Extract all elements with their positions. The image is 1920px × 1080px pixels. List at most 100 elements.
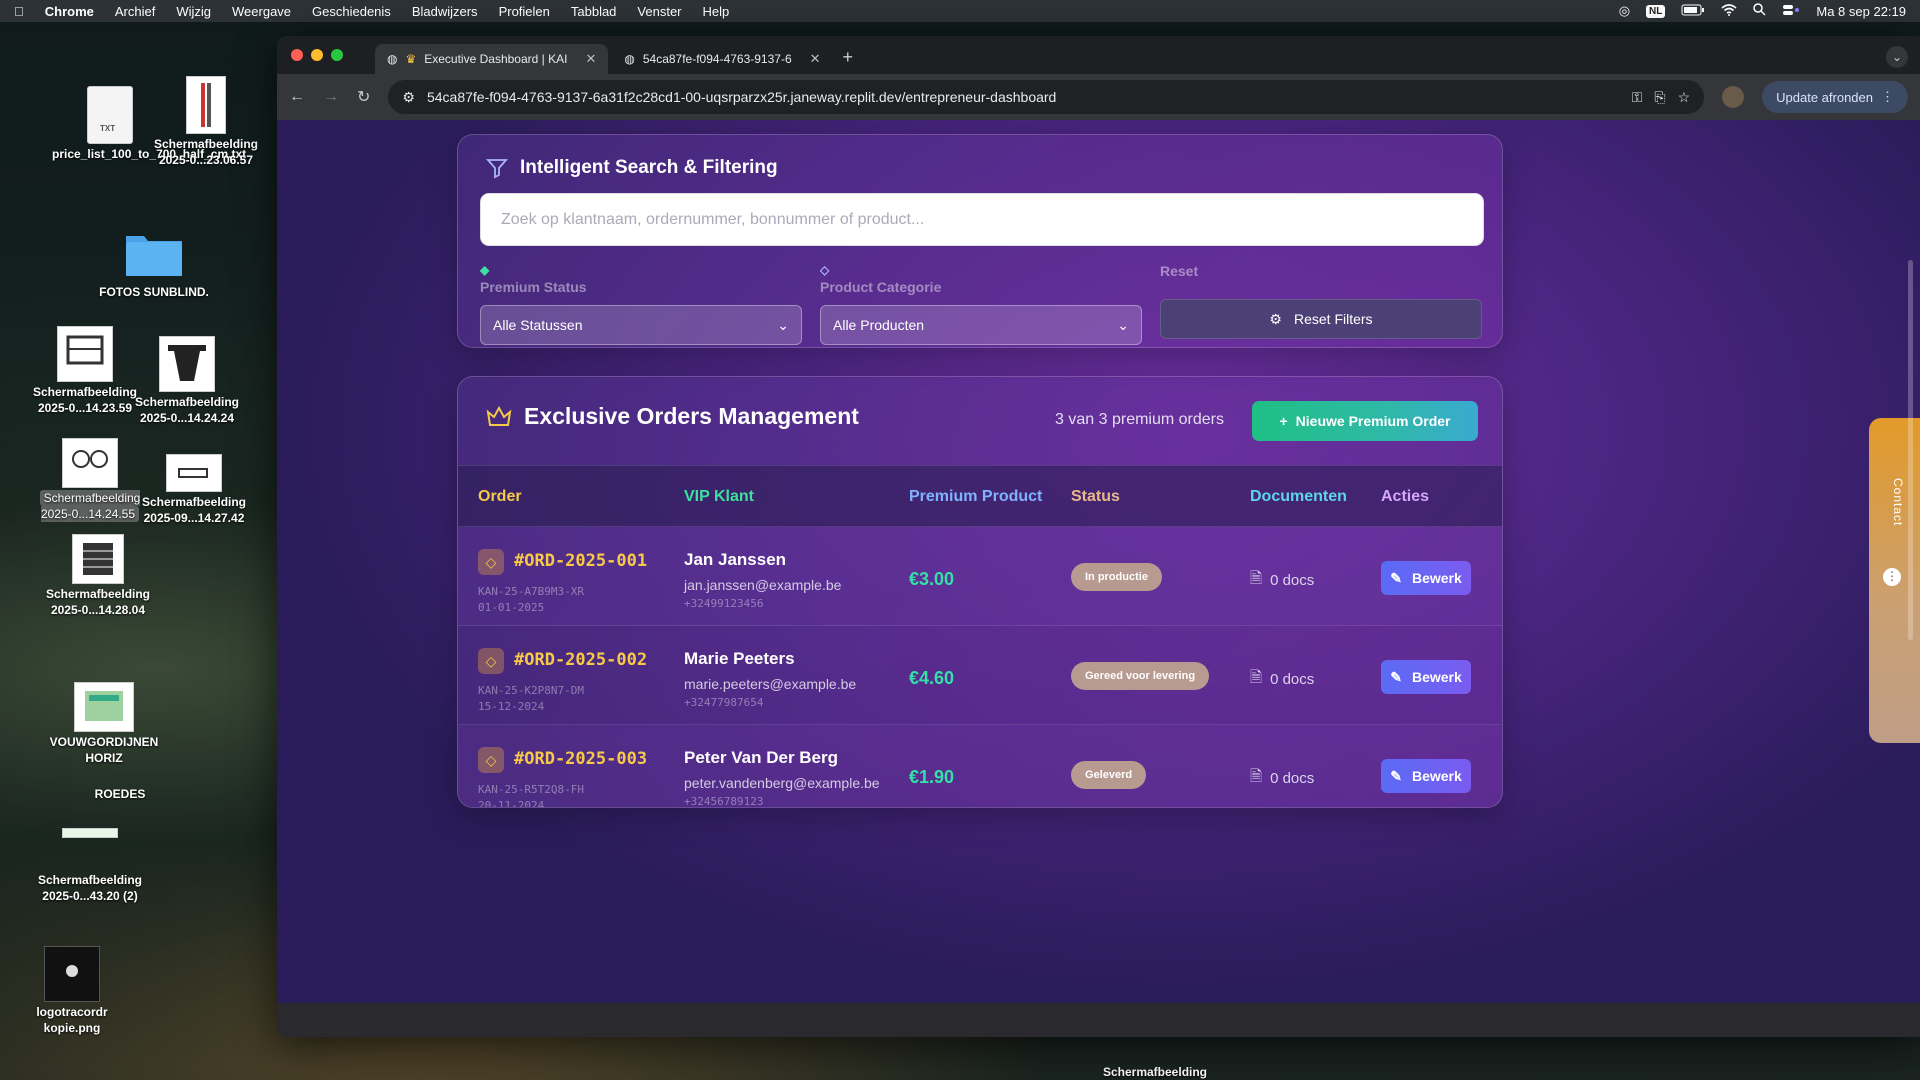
password-key-icon[interactable]: ⚿ (1632, 89, 1643, 106)
profile-avatar[interactable] (1722, 86, 1745, 108)
table-row[interactable]: ◇ #ORD-2025-001 KAN-25-A7B9M3-XR 01-01-2… (458, 527, 1502, 626)
back-arrow-icon[interactable]: ← (289, 88, 305, 106)
edit-button[interactable]: ✎ Bewerk (1381, 660, 1471, 694)
tab-strip: ◍ ♛ Executive Dashboard | KAI ✕ ◍ 54ca87… (277, 36, 1920, 74)
document-icon: 🗎 (1250, 768, 1263, 785)
status-select[interactable]: Alle Statussen ⌄ (480, 305, 802, 345)
desktop-item-screenshot-4[interactable]: Schermafbeelding 2025-0...14.24.55 (28, 438, 152, 522)
menubar-clock[interactable]: Ma 8 sep 22:19 (1816, 4, 1906, 19)
tab-replit[interactable]: ◍ 54ca87fe-f094-4763-9137-6 ✕ (612, 44, 832, 74)
menu-bladwijzers[interactable]: Bladwijzers (412, 4, 478, 19)
documents-count[interactable]: 🗎 0 docs (1250, 667, 1314, 692)
desktop-item-label: Schermafbeelding 2025-0...14.24.24 (134, 395, 240, 425)
desktop-item-roedes[interactable]: ROEDES (60, 786, 180, 802)
close-tab-icon[interactable]: ✕ (585, 51, 596, 67)
customer-phone: +32477987654 (684, 696, 764, 709)
browser-toolbar: ← → ↻ ⚙ 54ca87fe-f094-4763-9137-6a31f2c2… (277, 74, 1920, 120)
text-file-icon: TXT (87, 86, 133, 144)
desktop-item-screenshot-2[interactable]: Schermafbeelding 2025-0...14.23.59 (26, 326, 144, 416)
desktop-item-vouwgordijnen[interactable]: VOUWGORDIJNEN HORIZ (44, 682, 164, 766)
desktop-item-screenshot-5[interactable]: Schermafbeelding 2025-09...14.27.42 (136, 454, 252, 526)
order-number[interactable]: #ORD-2025-001 (514, 551, 647, 571)
control-center-icon[interactable] (1782, 4, 1800, 19)
bookmark-star-icon[interactable]: ☆ (1678, 89, 1691, 106)
forward-arrow-icon[interactable]: → (323, 88, 339, 106)
menu-venster[interactable]: Venster (637, 4, 681, 19)
documents-count[interactable]: 🗎 0 docs (1250, 568, 1314, 593)
edit-button[interactable]: ✎ Bewerk (1381, 759, 1471, 793)
table-row[interactable]: ◇ #ORD-2025-003 KAN-25-R5T2Q8-FH 20-11-2… (458, 725, 1502, 807)
site-info-icon[interactable]: ⚙ (402, 89, 415, 106)
image-thumbnail-icon (159, 336, 215, 392)
document-icon: 🗎 (1250, 669, 1263, 686)
menu-tabblad[interactable]: Tabblad (571, 4, 617, 19)
close-window-icon[interactable] (291, 49, 303, 61)
desktop-item-screenshot-7[interactable]: Schermafbeelding 2025-0...43.20 (2) (28, 828, 152, 904)
crown-favicon-icon: ♛ (405, 52, 417, 66)
product-price: €4.60 (909, 668, 955, 688)
column-status[interactable]: Status (1071, 488, 1120, 506)
edit-icon: ✎ (1390, 668, 1402, 685)
product-price: €3.00 (909, 569, 955, 589)
menu-geschiedenis[interactable]: Geschiedenis (312, 4, 391, 19)
reset-button-label: Reset Filters (1293, 311, 1373, 327)
menu-app-name[interactable]: Chrome (45, 4, 94, 19)
status-circle-icon[interactable]: ◎ (1619, 3, 1630, 19)
customer-name: Jan Janssen (684, 550, 787, 569)
desktop-item-fotos-sunblind[interactable]: FOTOS SUNBLIND. (94, 228, 214, 300)
close-tab-icon[interactable]: ✕ (810, 51, 821, 67)
desktop-item-screenshot-1[interactable]: Schermafbeelding 2025-0...23.06.57 (148, 76, 264, 168)
reset-filters-button[interactable]: ⚙ Reset Filters (1160, 299, 1482, 339)
battery-icon[interactable] (1681, 4, 1705, 19)
translate-icon[interactable]: ⎘ (1654, 89, 1665, 106)
new-premium-order-button[interactable]: + Nieuwe Premium Order (1252, 401, 1478, 441)
reload-icon[interactable]: ↻ (357, 87, 370, 107)
tab-search-chevron-icon[interactable]: ⌄ (1886, 46, 1908, 68)
menu-help[interactable]: Help (703, 4, 730, 19)
column-premium-product[interactable]: Premium Product (909, 488, 1042, 506)
orders-count: 3 van 3 premium orders (1055, 411, 1224, 428)
desktop-item-label: logotracordr kopie.png (36, 1005, 108, 1035)
menu-profielen[interactable]: Profielen (499, 4, 550, 19)
edit-button[interactable]: ✎ Bewerk (1381, 561, 1471, 595)
column-vip-klant[interactable]: VIP Klant (684, 488, 754, 506)
category-select[interactable]: Alle Producten ⌄ (820, 305, 1142, 345)
table-row[interactable]: ◇ #ORD-2025-002 KAN-25-K2P8N7-DM 15-12-2… (458, 626, 1502, 725)
minimize-window-icon[interactable] (311, 49, 323, 61)
docs-label: 0 docs (1270, 572, 1315, 589)
product-price: €1.90 (909, 767, 955, 787)
desktop-item-logo[interactable]: logotracordr kopie.png (20, 946, 124, 1036)
desktop-item-screenshot-6[interactable]: Schermafbeelding 2025-0...14.28.04 (36, 534, 160, 618)
desktop-item-screenshot-8[interactable]: Schermafbeelding (1090, 1064, 1220, 1080)
column-order[interactable]: Order (478, 488, 522, 506)
order-number[interactable]: #ORD-2025-003 (514, 749, 647, 769)
update-button[interactable]: Update afronden ⋮ (1762, 81, 1908, 113)
edit-label: Bewerk (1411, 669, 1462, 685)
menu-weergave[interactable]: Weergave (232, 4, 291, 19)
more-horizontal-icon[interactable]: ⋮ (1883, 568, 1901, 586)
documents-count[interactable]: 🗎 0 docs (1250, 766, 1314, 791)
apple-icon[interactable]:  (14, 4, 24, 19)
address-bar[interactable]: ⚙ 54ca87fe-f094-4763-9137-6a31f2c28cd1-0… (388, 80, 1705, 114)
status-badge: Gereed voor levering (1071, 662, 1210, 690)
spotlight-search-icon[interactable] (1753, 3, 1766, 19)
edit-label: Bewerk (1411, 570, 1462, 586)
column-acties[interactable]: Acties (1381, 488, 1429, 506)
page-scrollbar[interactable] (1908, 260, 1913, 640)
search-input[interactable]: Zoek op klantnaam, ordernummer, bonnumme… (480, 193, 1484, 246)
new-tab-icon[interactable]: + (843, 47, 854, 68)
menu-wijzig[interactable]: Wijzig (176, 4, 211, 19)
edit-icon: ✎ (1390, 767, 1402, 784)
customer-name: Peter Van Der Berg (684, 748, 839, 767)
input-language-badge[interactable]: NL (1646, 4, 1666, 18)
wifi-icon[interactable] (1721, 3, 1737, 19)
menu-archief[interactable]: Archief (115, 4, 155, 19)
column-documenten[interactable]: Documenten (1250, 488, 1347, 506)
url-text[interactable]: 54ca87fe-f094-4763-9137-6a31f2c28cd1-00-… (427, 89, 1620, 105)
tab-executive-dashboard[interactable]: ◍ ♛ Executive Dashboard | KAI ✕ (375, 44, 609, 74)
order-number[interactable]: #ORD-2025-002 (514, 650, 647, 670)
desktop-item-screenshot-3[interactable]: Schermafbeelding 2025-0...14.24.24 (128, 336, 246, 426)
desktop-item-label: VOUWGORDIJNEN HORIZ (49, 735, 159, 765)
zoom-window-icon[interactable] (331, 49, 343, 61)
orders-header: Exclusive Orders Management (486, 403, 859, 430)
